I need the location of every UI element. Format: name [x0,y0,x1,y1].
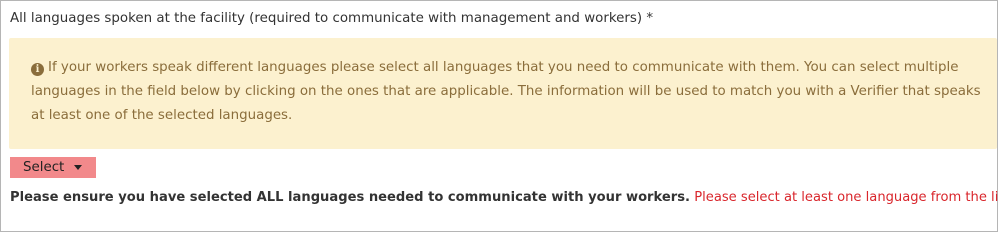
info-circle-icon: i [31,63,44,76]
languages-field-panel: All languages spoken at the facility (re… [0,0,998,232]
select-button-label: Select [23,160,65,175]
info-alert: i If your workers speak different languag… [9,38,997,149]
validation-instruction: Please ensure you have selected ALL lang… [10,190,690,205]
caret-down-icon [74,165,82,170]
validation-error: Please select at least one language from… [694,190,998,205]
language-select-button[interactable]: Select [10,157,96,178]
validation-line: Please ensure you have selected ALL lang… [10,188,998,208]
field-label: All languages spoken at the facility (re… [10,11,654,26]
info-alert-text: If your workers speak different language… [31,60,981,123]
info-alert-content: i If your workers speak different languag… [31,56,981,128]
